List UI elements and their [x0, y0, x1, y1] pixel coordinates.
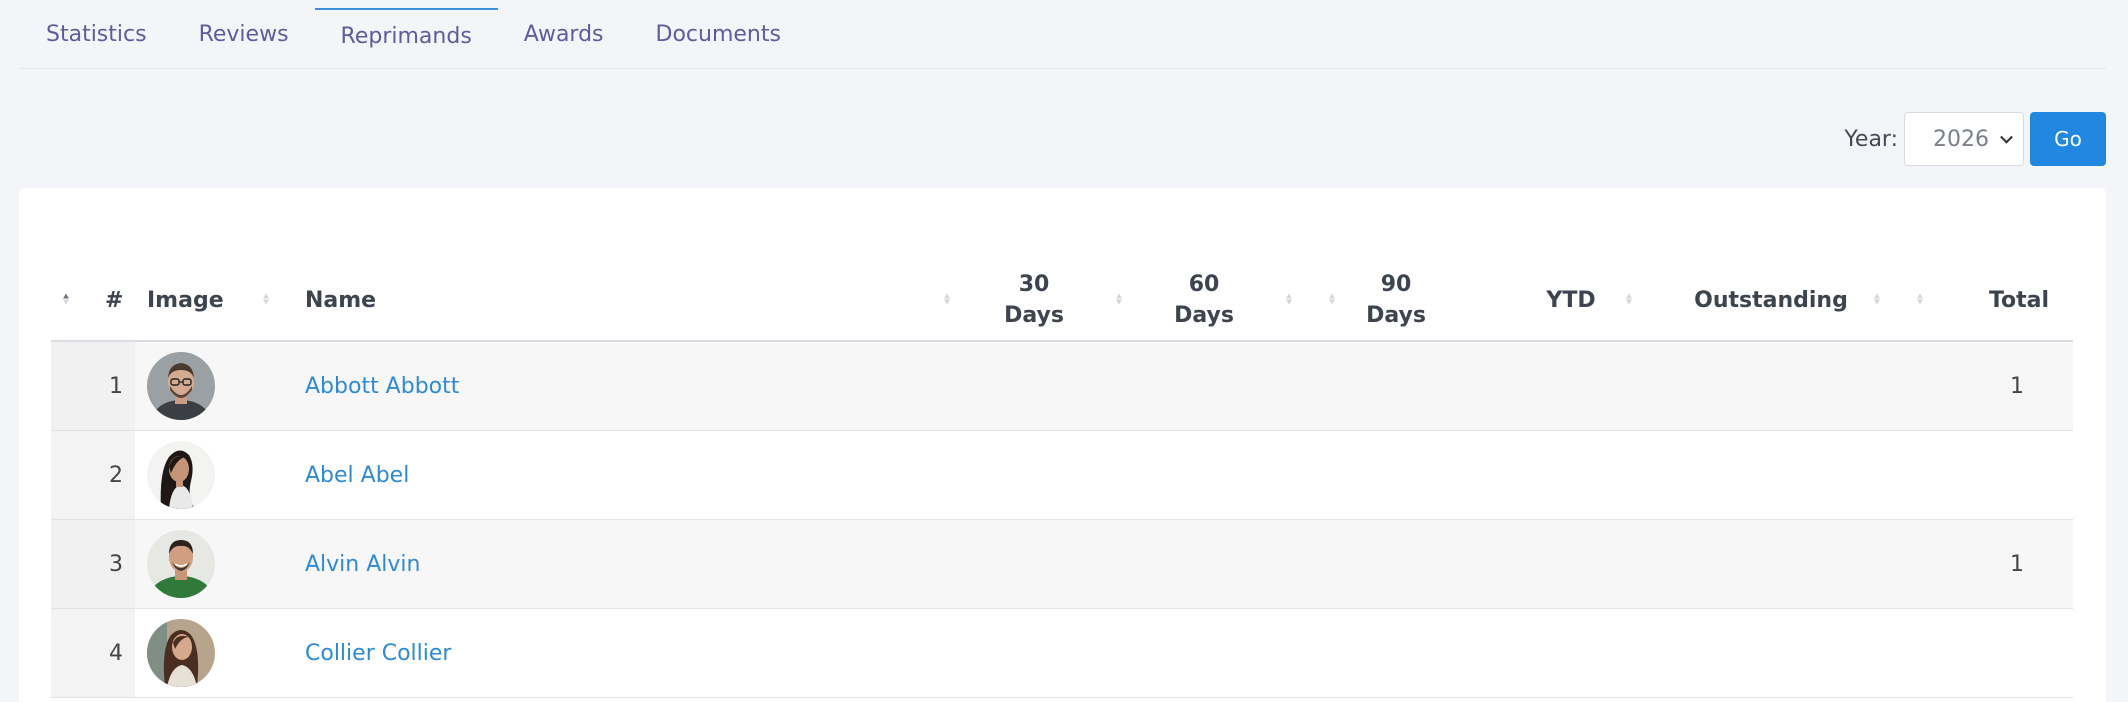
row-number: 3	[109, 551, 123, 577]
avatar	[147, 619, 215, 687]
table-row: 3 Alvin Alvin 1	[51, 520, 2073, 609]
tab-label: Statistics	[46, 22, 147, 47]
tab-documents[interactable]: Documents	[630, 0, 807, 69]
col-header-outstanding[interactable]: Outstanding	[1671, 258, 1871, 342]
table-row: 1 Abbott Abbott 1	[51, 342, 2073, 431]
col-header-image[interactable]: Image	[147, 258, 224, 342]
avatar	[147, 530, 215, 598]
chevron-down-icon	[2000, 130, 2013, 144]
avatar	[147, 352, 215, 420]
sort-number-icon[interactable]	[63, 293, 69, 305]
table-row: 2 Abel Abel	[51, 431, 2073, 520]
row-number: 4	[109, 640, 123, 666]
sort-name-icon[interactable]	[944, 293, 950, 305]
employee-name-link[interactable]: Abel Abel	[305, 463, 409, 488]
tab-bar: Statistics Reviews Reprimands Awards Doc…	[20, 0, 2106, 69]
year-value: 2026	[1933, 126, 1989, 152]
avatar	[147, 441, 215, 509]
col-header-30-days-line2: Days	[1004, 303, 1064, 328]
col-header-total[interactable]: Total	[1971, 258, 2067, 342]
sort-total-icon[interactable]	[1917, 293, 1923, 305]
tab-statistics[interactable]: Statistics	[20, 0, 173, 69]
year-label: Year:	[1844, 126, 1898, 152]
sort-ytd-icon[interactable]	[1626, 293, 1632, 305]
col-header-name[interactable]: Name	[305, 258, 376, 342]
col-header-60-days[interactable]: 60 Days	[1161, 258, 1247, 342]
row-number: 1	[109, 373, 123, 399]
col-header-60-days-line2: Days	[1174, 303, 1234, 328]
reprimands-card: # Image Name 30 Days 60 Days 90 Days YTD	[19, 188, 2106, 702]
tab-label: Reprimands	[340, 24, 472, 49]
col-header-90-days-line1: 90	[1380, 272, 1412, 297]
col-header-30-days-line1: 30	[1018, 272, 1050, 297]
total-value	[1997, 609, 2037, 697]
tab-label: Reviews	[198, 22, 289, 47]
table-header: # Image Name 30 Days 60 Days 90 Days YTD	[51, 258, 2073, 342]
col-header-90-days-line2: Days	[1366, 303, 1426, 328]
year-filter: Year: 2026 Go	[1844, 112, 2106, 166]
total-value: 1	[2010, 373, 2024, 399]
sort-90-days-pre-icon[interactable]	[1329, 293, 1335, 305]
go-button[interactable]: Go	[2030, 112, 2106, 166]
col-header-number[interactable]: #	[105, 258, 123, 342]
tab-reprimands[interactable]: Reprimands	[314, 0, 499, 69]
sort-30-days-icon[interactable]	[1116, 293, 1122, 305]
year-select[interactable]: 2026	[1904, 112, 2024, 166]
col-header-90-days[interactable]: 90 Days	[1353, 258, 1439, 342]
total-value	[1997, 431, 2037, 519]
employee-name-link[interactable]: Abbott Abbott	[305, 374, 459, 399]
sort-outstanding-icon[interactable]	[1874, 293, 1880, 305]
col-header-30-days[interactable]: 30 Days	[991, 258, 1077, 342]
employee-name-link[interactable]: Collier Collier	[305, 641, 451, 666]
tab-reviews[interactable]: Reviews	[173, 0, 315, 69]
sort-image-icon[interactable]	[263, 293, 269, 305]
reprimands-table: # Image Name 30 Days 60 Days 90 Days YTD	[51, 258, 2073, 698]
tab-awards[interactable]: Awards	[498, 0, 630, 69]
tab-label: Awards	[523, 22, 604, 47]
row-number: 2	[109, 462, 123, 488]
total-value: 1	[2010, 551, 2024, 577]
col-header-ytd[interactable]: YTD	[1531, 258, 1611, 342]
tab-label: Documents	[655, 22, 781, 47]
employee-name-link[interactable]: Alvin Alvin	[305, 552, 420, 577]
col-header-60-days-line1: 60	[1188, 272, 1220, 297]
sort-60-days-icon[interactable]	[1286, 293, 1292, 305]
table-row: 4 Collier Collier	[51, 609, 2073, 698]
